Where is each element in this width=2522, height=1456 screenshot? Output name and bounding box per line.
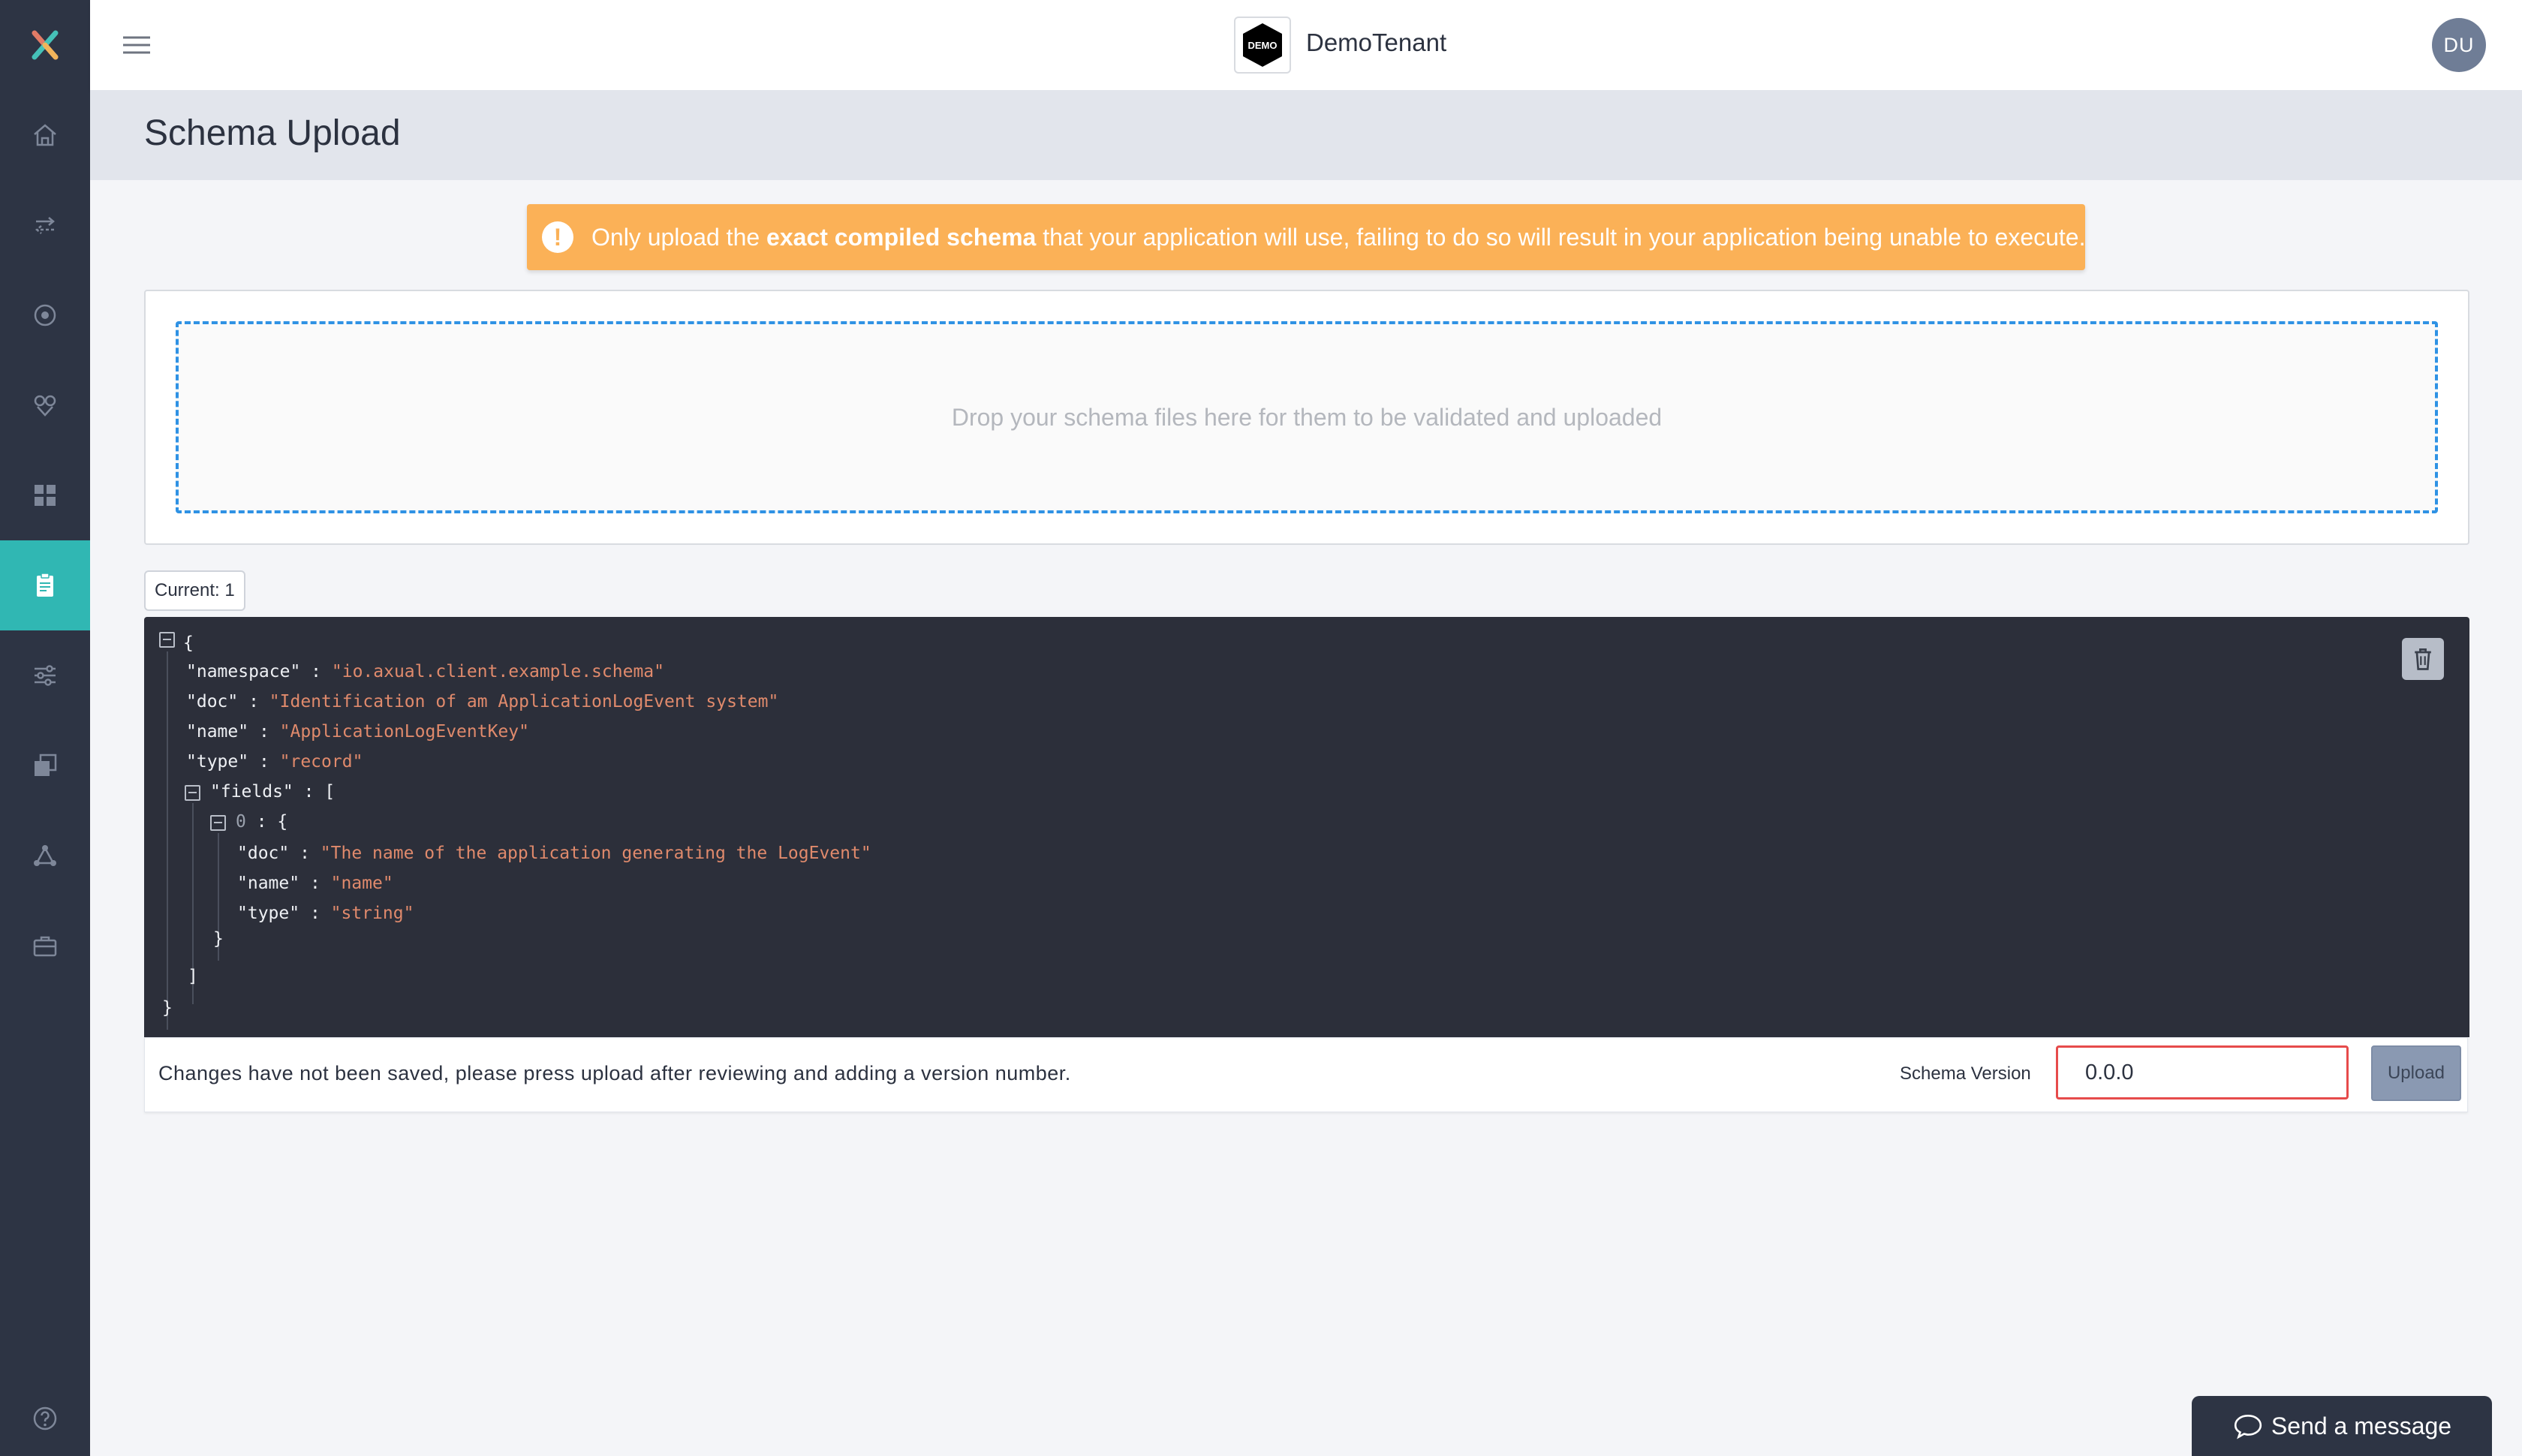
json-line-item: 0 : { — [236, 811, 287, 833]
copy-icon — [35, 754, 57, 776]
json-line-doc: "doc" : "Identification of am Applicatio… — [186, 690, 778, 713]
exclamation-icon: ! — [542, 221, 573, 253]
json-fields-close: ] — [188, 967, 198, 986]
tenant-name: DemoTenant — [1306, 29, 1447, 56]
json-index: 0 — [236, 812, 246, 832]
json-key: "type" — [186, 752, 249, 772]
schema-version-input[interactable] — [2056, 1045, 2349, 1100]
json-sep: : — [248, 722, 280, 742]
schema-dropzone[interactable]: Drop your schema files here for them to … — [176, 321, 2438, 513]
schema-version-label: Schema Version — [1900, 1063, 2031, 1084]
json-sep: : — [299, 874, 331, 893]
json-line-fields: "fields" : [ — [210, 781, 335, 803]
json-close-brace: } — [162, 998, 173, 1018]
json-key: "fields" — [210, 782, 293, 802]
json-sep: : — [238, 692, 269, 711]
json-sep: : — [248, 752, 280, 772]
json-line-field-name: "name" : "name" — [237, 872, 393, 895]
chat-label: Send a message — [2271, 1412, 2452, 1439]
collapse-item-toggle[interactable] — [210, 815, 226, 831]
indent-guide — [167, 651, 168, 1030]
json-key: "name" — [186, 722, 249, 742]
alert-text-bold: exact compiled schema — [766, 223, 1037, 251]
save-bar: Changes have not been saved, please pres… — [144, 1037, 2468, 1112]
alert-text-before: Only upload the — [591, 223, 767, 251]
json-value: "record" — [279, 752, 363, 772]
upload-button[interactable]: Upload — [2371, 1045, 2461, 1101]
json-sep: : — [245, 812, 278, 832]
trash-icon — [2415, 648, 2431, 670]
json-open-brace: { — [183, 633, 194, 653]
json-value: "string" — [330, 904, 414, 923]
network-nodes-icon — [34, 845, 56, 866]
json-viewer: { "namespace" : "io.axual.client.example… — [144, 617, 2469, 1037]
warning-alert: ! Only upload the exact compiled schema … — [527, 204, 2085, 270]
menu-toggle-button[interactable] — [122, 30, 152, 60]
page-header: Schema Upload — [90, 90, 2522, 180]
briefcase-icon — [33, 936, 57, 957]
json-line-field-type: "type" : "string" — [237, 902, 414, 925]
alert-text-after: that your application will use, failing … — [1036, 223, 2086, 251]
upload-card: Drop your schema files here for them to … — [144, 290, 2469, 545]
sidebar-item-connect[interactable] — [0, 360, 90, 450]
sidebar-item-copy[interactable] — [0, 720, 90, 811]
json-value: "ApplicationLogEventKey" — [279, 722, 529, 742]
collapse-root-toggle[interactable] — [159, 632, 175, 648]
json-key: "name" — [237, 874, 300, 893]
json-value: "Identification of am ApplicationLogEven… — [269, 692, 779, 711]
json-item-close: } — [213, 929, 224, 949]
sidebar-item-streams[interactable] — [0, 180, 90, 270]
json-key: "type" — [237, 904, 300, 923]
chat-bubble-icon — [2234, 1415, 2262, 1439]
json-line-namespace: "namespace" : "io.axual.client.example.s… — [186, 660, 664, 683]
json-line-name: "name" : "ApplicationLogEventKey" — [186, 720, 529, 743]
json-sep: : — [293, 782, 325, 802]
page-title: Schema Upload — [144, 113, 401, 153]
sidebar-item-home[interactable] — [0, 90, 90, 180]
sidebar-item-tools[interactable] — [0, 901, 90, 991]
json-item-open: { — [277, 812, 288, 832]
dropzone-text: Drop your schema files here for them to … — [951, 403, 1663, 431]
app-logo-icon[interactable] — [0, 0, 90, 90]
alert-text: Only upload the exact compiled schema th… — [591, 224, 2085, 251]
home-icon — [34, 124, 56, 146]
json-key: "doc" — [186, 692, 239, 711]
json-line-field-doc: "doc" : "The name of the application gen… — [237, 842, 871, 865]
settings-sliders-icon — [35, 665, 56, 686]
sidebar-item-dashboard[interactable] — [0, 450, 90, 540]
json-sep: : — [299, 904, 331, 923]
avatar[interactable]: DU — [2432, 18, 2486, 72]
sidebar-item-settings[interactable] — [0, 630, 90, 720]
json-value: "The name of the application generating … — [320, 844, 871, 863]
json-sep: : — [289, 844, 321, 863]
dashboard-grid-icon — [35, 485, 56, 506]
json-value: "name" — [330, 874, 393, 893]
json-line-type: "type" : "record" — [186, 751, 363, 773]
connector-icon — [34, 395, 56, 417]
json-value: "io.axual.client.example.schema" — [331, 662, 664, 681]
delete-schema-button[interactable] — [2402, 638, 2444, 680]
hamburger-icon — [123, 36, 150, 54]
top-bar: DEMO DemoTenant DU — [90, 0, 2522, 90]
demo-hexagon-icon: DEMO — [1243, 23, 1282, 67]
sidebar-item-target[interactable] — [0, 270, 90, 360]
streams-arrows-icon — [35, 217, 55, 234]
unsaved-changes-message: Changes have not been saved, please pres… — [158, 1062, 1071, 1084]
sidebar-item-network[interactable] — [0, 811, 90, 901]
json-key: "namespace" — [186, 662, 301, 681]
json-sep: : — [300, 662, 332, 681]
target-circle-icon — [34, 304, 56, 326]
json-key: "doc" — [237, 844, 290, 863]
json-fields-open: [ — [324, 782, 336, 802]
current-version-tag: Current: 1 — [144, 570, 245, 611]
tenant-logo: DEMO — [1234, 17, 1291, 74]
help-icon — [33, 1406, 57, 1430]
tenant-logo-text: DEMO — [1248, 40, 1278, 51]
schema-clipboard-icon — [37, 573, 53, 597]
collapse-fields-toggle[interactable] — [185, 785, 200, 801]
sidebar — [0, 0, 90, 1456]
sidebar-item-help[interactable] — [0, 1381, 90, 1456]
sidebar-item-schemas[interactable] — [0, 540, 90, 630]
send-message-chat-button[interactable]: Send a message — [2192, 1396, 2492, 1456]
